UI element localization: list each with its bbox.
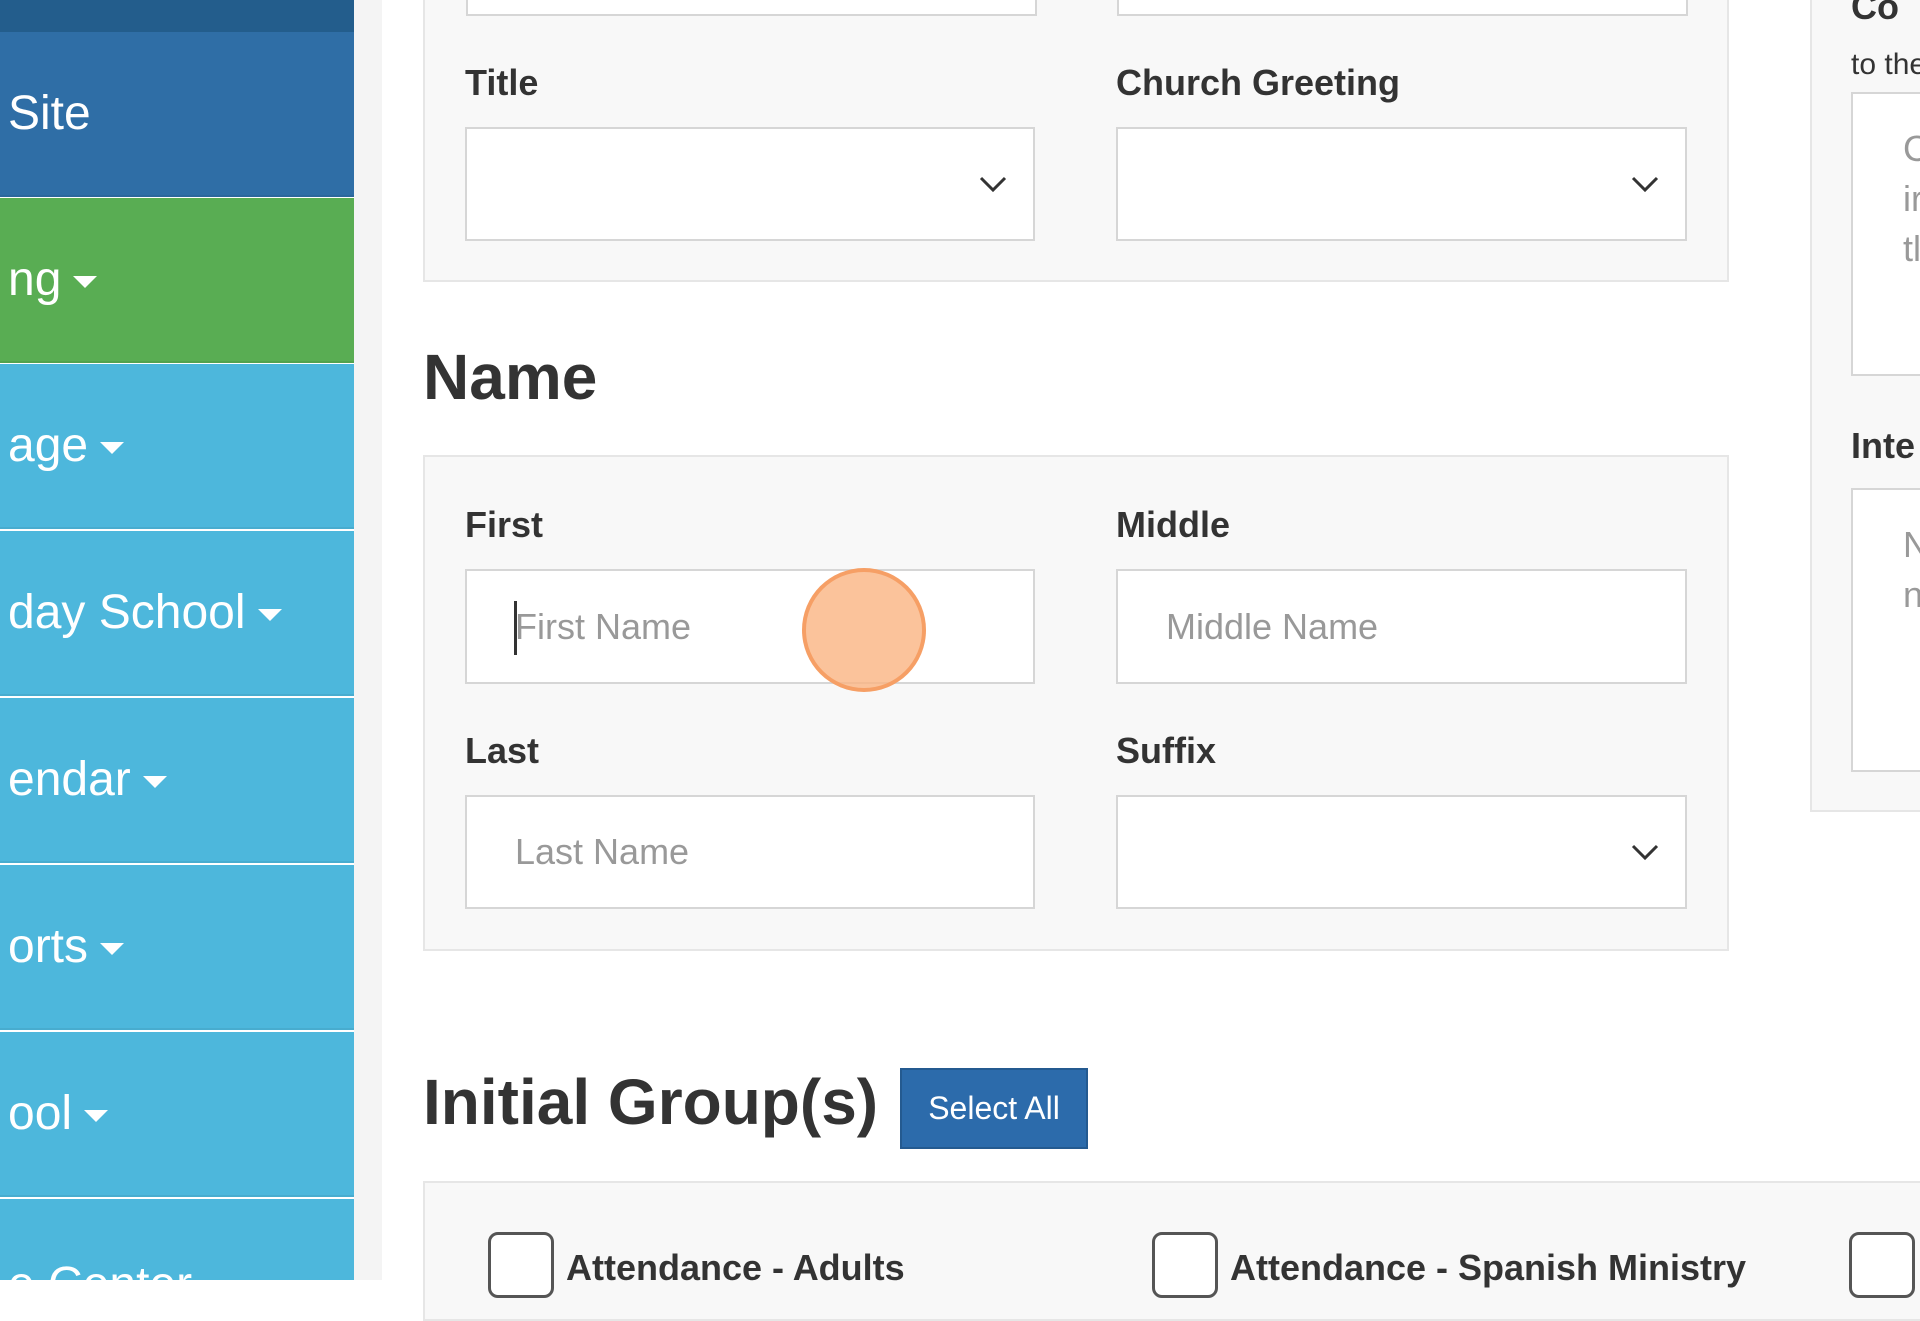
sidebar-item-label: age <box>8 419 89 472</box>
title-select[interactable] <box>465 127 1035 241</box>
group-checkbox-3[interactable] <box>1849 1232 1915 1298</box>
sidebar-item-label: orts <box>8 920 89 973</box>
right-textarea-1-line: C <box>1903 128 1920 169</box>
last-name-input[interactable]: Last Name <box>465 795 1035 909</box>
initial-groups-heading: Initial Group(s) <box>423 1066 879 1138</box>
text-cursor <box>514 601 517 655</box>
last-name-label: Last <box>465 730 540 771</box>
sidebar-item-reports[interactable]: orts <box>0 865 354 1030</box>
sidebar-item-sunday-school[interactable]: day School <box>0 531 354 696</box>
sidebar-item-label: Site <box>8 87 91 140</box>
sidebar-item-label: ool <box>8 1087 73 1140</box>
sidebar-item-school[interactable]: ool <box>0 1032 354 1197</box>
group-checkbox-spanish-ministry[interactable] <box>1152 1232 1218 1298</box>
caret-down-icon <box>100 942 125 955</box>
right-textarea-1[interactable]: C ir tl <box>1851 92 1920 376</box>
caret-down-icon <box>142 775 167 788</box>
sidebar-item-giving[interactable]: ng <box>0 198 354 363</box>
caret-down-icon <box>84 1109 109 1122</box>
middle-name-input[interactable]: Middle Name <box>1116 569 1687 684</box>
suffix-label: Suffix <box>1116 730 1217 771</box>
previous-field-input[interactable] <box>466 0 1037 16</box>
middle-name-placeholder: Middle Name <box>1166 605 1379 647</box>
sidebar-item-site[interactable]: Site <box>0 32 354 197</box>
sidebar-nav: Site ng age day School endar orts ool e … <box>0 0 354 1280</box>
chevron-down-icon <box>979 176 1007 193</box>
first-name-input[interactable]: First Name <box>465 569 1035 684</box>
first-name-placeholder: First Name <box>515 605 692 647</box>
right-textarea-2-line: n <box>1903 574 1920 615</box>
first-name-label: First <box>465 504 544 545</box>
right-textarea-1-line: ir <box>1903 178 1920 219</box>
title-label: Title <box>465 62 539 103</box>
last-name-placeholder: Last Name <box>515 831 690 872</box>
suffix-select[interactable] <box>1116 795 1687 909</box>
previous-field-input[interactable] <box>1117 0 1688 16</box>
group-label-spanish-ministry: Attendance - Spanish Ministry <box>1230 1247 1747 1288</box>
sidebar-item-calendar[interactable]: endar <box>0 698 354 863</box>
church-greeting-label: Church Greeting <box>1116 62 1401 103</box>
name-section-heading: Name <box>423 341 598 413</box>
sidebar-item-manage[interactable]: age <box>0 364 354 529</box>
chevron-down-icon <box>1631 844 1659 861</box>
click-indicator <box>802 568 926 692</box>
right-textarea-2-line: N <box>1903 524 1920 565</box>
church-greeting-select[interactable] <box>1116 127 1687 241</box>
chevron-down-icon <box>1631 176 1659 193</box>
select-all-button[interactable]: Select All <box>900 1068 1088 1149</box>
sidebar-top-bar <box>0 0 354 32</box>
right-subtext: to the <box>1851 48 1920 81</box>
right-textarea-2[interactable]: N n <box>1851 488 1920 772</box>
group-label-adults: Attendance - Adults <box>566 1247 905 1288</box>
right-heading: Co <box>1851 0 1899 27</box>
sidebar-item-center[interactable]: e Center <box>0 1199 354 1280</box>
sidebar-gutter <box>354 0 382 1280</box>
sidebar-item-label: e Center <box>8 1257 192 1280</box>
sidebar-item-label: day School <box>8 586 246 639</box>
caret-down-icon <box>73 275 98 288</box>
sidebar-item-label: ng <box>8 253 62 306</box>
caret-down-icon <box>100 441 125 454</box>
group-checkbox-adults[interactable] <box>488 1232 554 1298</box>
sidebar-item-label: endar <box>8 753 131 806</box>
right-textarea-1-line: tl <box>1903 228 1920 269</box>
caret-down-icon <box>257 608 282 621</box>
middle-name-label: Middle <box>1116 504 1230 545</box>
right-heading-2: Inte <box>1851 425 1916 466</box>
